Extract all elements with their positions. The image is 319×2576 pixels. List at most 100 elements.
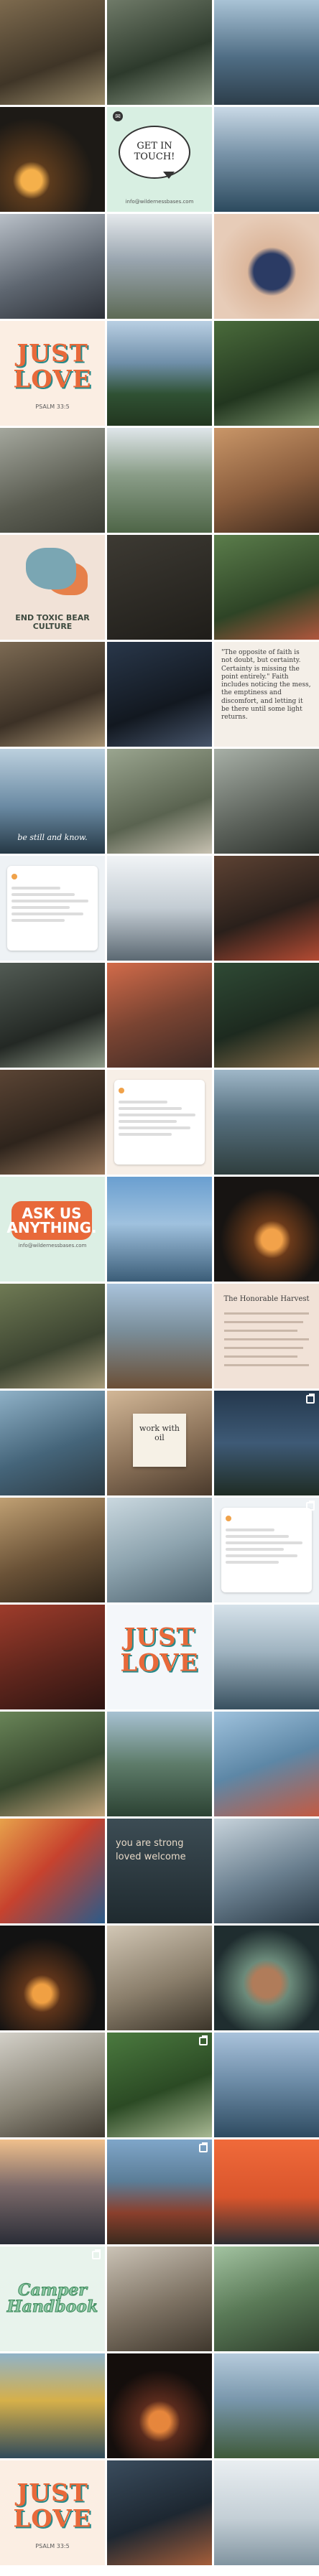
post-photo-candles[interactable] (107, 2353, 212, 2458)
post-photo-backpack[interactable] (107, 642, 212, 747)
post-graphic-card-3[interactable] (214, 1498, 319, 1602)
info-dot-icon (226, 1515, 231, 1521)
post-photo-blueberries[interactable] (214, 214, 319, 319)
text-line (224, 1364, 309, 1366)
post-photo-abstract[interactable] (0, 1819, 105, 1923)
multi-image-icon (92, 2249, 101, 2259)
post-you-are[interactable]: you are strong loved welcome (107, 1819, 212, 1923)
info-card (114, 1080, 205, 1165)
post-camper-handbook[interactable]: Camper Handbook (0, 2246, 105, 2351)
camper-handbook-title: Camper Handbook (6, 2280, 98, 2316)
post-photo-lake-forest[interactable] (107, 321, 212, 426)
text-line (119, 1120, 177, 1123)
text-line (226, 1561, 279, 1564)
post-photo-dark-quote[interactable] (107, 535, 212, 640)
post-photo-camper-kid[interactable] (107, 963, 212, 1068)
post-photo-cabin[interactable] (107, 1284, 212, 1389)
post-photo-ing-sign[interactable] (214, 2139, 319, 2244)
text-line (11, 919, 65, 922)
post-photo-kids-canoe[interactable] (107, 214, 212, 319)
multi-image-icon (199, 2035, 208, 2045)
just-love-sub: PSALM 33:5 (35, 2543, 70, 2549)
post-photo-red-cabin[interactable] (107, 2139, 212, 2244)
post-photo-canoes-overhead[interactable] (107, 1498, 212, 1602)
post-photo-dock[interactable] (214, 1070, 319, 1175)
post-photo-sign[interactable] (214, 321, 319, 426)
post-photo-mist[interactable] (214, 2460, 319, 2565)
post-photo-lake-calm[interactable] (214, 1605, 319, 1709)
post-photo-fire-night[interactable] (214, 1177, 319, 1282)
ask-us-email: info@wildernessbases.com (18, 1243, 87, 1249)
post-photo-cabin-porch[interactable] (0, 642, 105, 747)
post-photo-chalkboard[interactable] (214, 963, 319, 1068)
post-work-oil[interactable]: work with oil (107, 1391, 212, 1495)
post-photo-sky[interactable] (214, 1391, 319, 1495)
post-photo-dinner[interactable] (0, 1070, 105, 1175)
text-line (224, 1338, 309, 1340)
post-photo-papers[interactable] (0, 1605, 105, 1709)
text-line (226, 1535, 289, 1538)
post-photo-group-rocks[interactable] (107, 749, 212, 854)
post-get-in-touch[interactable]: ✉ GET IN TOUCH! info@wildernessbases.com (107, 107, 212, 212)
post-photo-fire-dark[interactable] (0, 1926, 105, 2030)
text-line (119, 1101, 168, 1103)
post-photo-picnic[interactable] (0, 1712, 105, 1816)
post-photo-group-hands[interactable] (0, 214, 105, 319)
post-quote-faith[interactable]: "The opposite of faith is not doubt, but… (214, 642, 319, 747)
post-photo-portage[interactable] (0, 0, 105, 105)
post-photo-hat[interactable] (214, 535, 319, 640)
post-photo-bow-lake[interactable] (214, 2033, 319, 2137)
post-photo-turtle[interactable] (107, 0, 212, 105)
post-photo-backpack-2[interactable] (214, 1819, 319, 1923)
honorable-harvest-title: The Honorable Harvest (223, 1295, 310, 1303)
just-love-title: JUST LOVE (13, 339, 92, 394)
post-honorable-harvest[interactable]: The Honorable Harvest (214, 1284, 319, 1389)
post-photo-bookshelf[interactable] (107, 2460, 212, 2565)
post-photo-paddler-red[interactable] (214, 856, 319, 961)
you-are-text: you are strong loved welcome (116, 1838, 186, 1862)
just-love-title: JUST LOVE (120, 1623, 199, 1678)
mail-icon: ✉ (113, 111, 123, 121)
info-card (7, 866, 98, 951)
post-photo-paddle-reeds[interactable] (107, 1712, 212, 1816)
post-just-love[interactable]: JUST LOVE PSALM 33:5 (0, 321, 105, 426)
post-end-toxic[interactable]: END TOXIC BEAR CULTURE (0, 535, 105, 640)
post-photo-hand-rope[interactable] (0, 2033, 105, 2137)
post-photo-pack-boat[interactable] (214, 749, 319, 854)
text-line (226, 1554, 298, 1557)
multi-image-icon (199, 2142, 208, 2152)
post-photo-table-circle[interactable] (214, 1926, 319, 2030)
post-graphic-card-2[interactable] (107, 1070, 212, 1175)
post-photo-green-pack[interactable] (107, 2033, 212, 2137)
post-be-still[interactable]: be still and know. (0, 749, 105, 854)
be-still-text: be still and know. (17, 833, 88, 842)
post-photo-paddle-group[interactable] (0, 1498, 105, 1602)
post-photo-chapel[interactable] (214, 2246, 319, 2351)
post-photo-woman-book[interactable] (0, 428, 105, 533)
post-photo-rack[interactable] (214, 428, 319, 533)
multi-image-icon (306, 1501, 315, 1511)
post-photo-life-jacket[interactable] (0, 2353, 105, 2458)
post-photo-leaf-wood[interactable] (0, 963, 105, 1068)
post-just-love-2[interactable]: JUST LOVE (107, 1605, 212, 1709)
ask-us-text: ASK US ANYTHING. (6, 1201, 97, 1240)
post-photo-lake-sky[interactable] (107, 1177, 212, 1282)
text-line (224, 1321, 303, 1323)
post-photo-sunset-lake[interactable] (0, 2139, 105, 2244)
end-toxic-text: END TOXIC BEAR CULTURE (15, 612, 90, 631)
post-ask-us[interactable]: ASK US ANYTHING. info@wildernessbases.com (0, 1177, 105, 1282)
post-photo-canoe-shore[interactable] (214, 2353, 319, 2458)
post-photo-tent-sign[interactable] (107, 1926, 212, 2030)
post-photo-paddler-lake[interactable] (214, 107, 319, 212)
text-line (226, 1541, 303, 1544)
post-photo-selfie[interactable] (214, 1712, 319, 1816)
post-photo-door[interactable] (107, 2246, 212, 2351)
post-photo-canoe-lake[interactable] (214, 0, 319, 105)
post-just-love-3[interactable]: JUST LOVE PSALM 33:5 (0, 2460, 105, 2565)
post-photo-campfire[interactable] (0, 107, 105, 212)
post-graphic-card-1[interactable] (0, 856, 105, 961)
post-photo-portrait[interactable] (0, 1391, 105, 1495)
post-photo-hikers[interactable] (0, 1284, 105, 1389)
post-photo-canoes-river[interactable] (107, 428, 212, 533)
post-photo-snow[interactable] (107, 856, 212, 961)
